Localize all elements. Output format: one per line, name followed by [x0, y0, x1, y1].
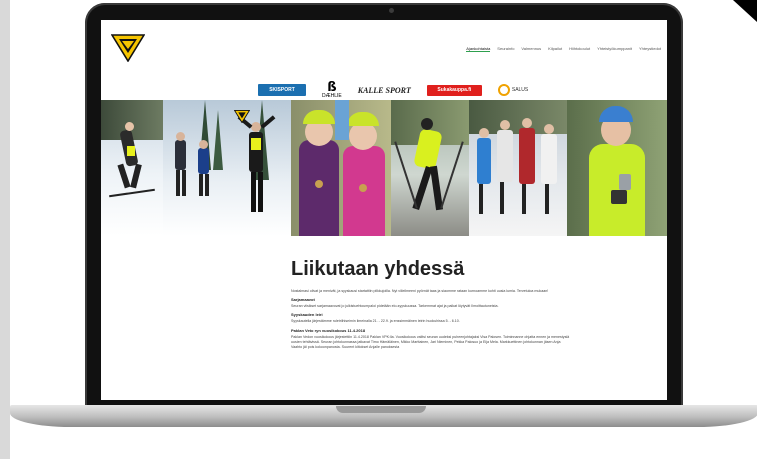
laptop-screen: Ajankohtaista Seurainfo Valmennus Kilpai… — [101, 20, 667, 400]
news-title[interactable]: Paklan Veto ryn vuosikokous 11.4.2018 — [291, 328, 571, 333]
sponsor-name: KALLE SPORT — [357, 85, 411, 95]
daehlie-logo[interactable]: ß DÆHLIE — [322, 81, 342, 99]
salus-ring-icon — [497, 84, 510, 96]
hero-photo-boy — [567, 100, 667, 236]
article: Liikutaan yhdessä Nostalmasi olivat ja m… — [291, 258, 571, 353]
salus-logo[interactable]: SALUS — [497, 84, 529, 96]
hero-photo-skier — [101, 100, 163, 236]
section-text: Syyskautella järjestämme ruletriihiseimi… — [291, 319, 460, 323]
hero-photo-girls — [291, 100, 391, 236]
hero-photo-forest — [163, 100, 291, 236]
hero-banner — [101, 100, 667, 236]
hero-photo-group — [469, 100, 567, 236]
sponsor-name: DÆHLIE — [322, 93, 342, 99]
camera-icon — [389, 8, 394, 13]
sponsor-name: Sukakauppa.fi — [437, 87, 472, 93]
hero-photo-rollerski — [391, 100, 469, 236]
nav-item-ajankohtaista[interactable]: Ajankohtaista — [466, 46, 491, 52]
section-heading: Sarjamaavot — [291, 297, 315, 302]
nav-item-yhteystiedot[interactable]: Yhteystiedot — [639, 46, 661, 52]
nav-item-seurainfo[interactable]: Seurainfo — [497, 46, 514, 52]
club-mark-icon — [234, 110, 250, 123]
sponsor-name: SKISPORT — [269, 87, 295, 93]
nav-item-valmennus[interactable]: Valmennus — [521, 46, 541, 52]
page-side-bar — [0, 0, 10, 459]
article-title: Liikutaan yhdessä — [291, 258, 465, 280]
kalle-sport-logo[interactable]: KALLE SPORT — [358, 86, 411, 95]
laptop-base-notch — [336, 406, 426, 413]
nav-item-kilpailut[interactable]: Kilpailut — [548, 46, 562, 52]
main-nav: Ajankohtaista Seurainfo Valmennus Kilpai… — [351, 46, 661, 52]
news-text: Paklan Vedon vuosikokous järjestettiin 1… — [291, 335, 570, 349]
club-logo-icon[interactable] — [111, 34, 145, 62]
article-intro: Nostalmasi olivat ja menivät, ja syyskau… — [291, 289, 549, 293]
corner-decoration — [733, 0, 757, 22]
suka-logo[interactable]: Sukakauppa.fi — [426, 84, 482, 96]
sponsor-bar: SKISPORT ß DÆHLIE KALLE SPORT Sukakauppa.… — [258, 80, 528, 100]
nav-item-hiihtokoulut[interactable]: Hiihtokoulut — [569, 46, 590, 52]
section-heading: Syyskauden leiri — [291, 312, 323, 317]
skisport-logo[interactable]: SKISPORT — [258, 84, 306, 96]
nav-item-yhteistyokumppanit[interactable]: Yhteistyökumppanit — [597, 46, 632, 52]
sponsor-name: SALUS — [511, 87, 529, 93]
section-text: Seuran viisikset sarjamaavovat jo julkis… — [291, 304, 499, 308]
